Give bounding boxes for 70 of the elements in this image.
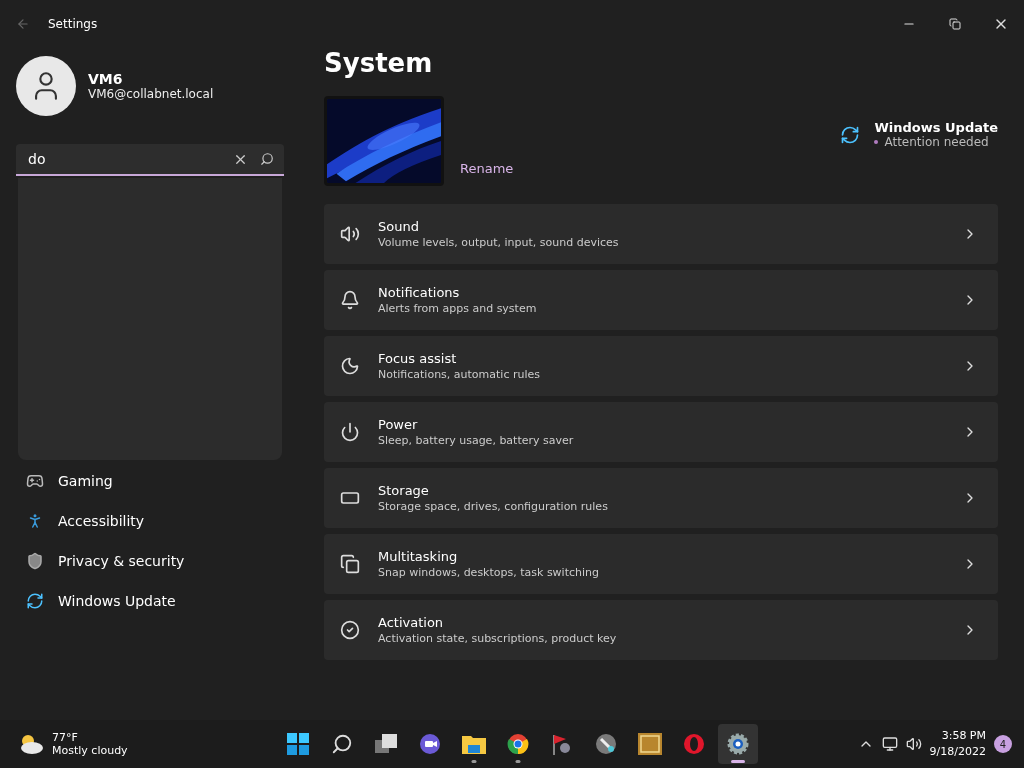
card-title: Notifications	[378, 285, 461, 300]
shield-icon	[26, 552, 44, 570]
sidebar-item[interactable]: Gaming	[16, 462, 284, 500]
user-name: VM6	[88, 71, 124, 87]
settings-card[interactable]: Storage Storage space, drives, configuration rules	[324, 468, 998, 528]
search-icon	[260, 152, 274, 166]
card-subtitle: Notifications, automatic rules	[378, 368, 541, 381]
taskbar-app[interactable]	[718, 724, 758, 764]
network-icon[interactable]	[881, 736, 898, 752]
settings-card[interactable]: Sound Volume levels, output, input, sound devices	[324, 204, 998, 264]
flag-icon	[551, 733, 573, 755]
clock-date: 9/18/2022	[929, 744, 986, 760]
settings-card[interactable]: Notifications Alerts from apps and system	[324, 270, 998, 330]
update-icon	[840, 124, 861, 145]
start-icon	[287, 733, 309, 755]
card-title: Focus assist	[378, 351, 458, 366]
dosbox-icon	[638, 733, 662, 755]
search-icon	[331, 733, 353, 755]
speaker-icon	[340, 224, 360, 244]
check-icon	[340, 620, 360, 640]
moon-icon	[340, 356, 360, 376]
task-view-icon	[375, 734, 397, 754]
sidebar-item[interactable]: Accessibility	[16, 502, 284, 540]
settings-card[interactable]: Power Sleep, battery usage, battery saver	[324, 402, 998, 462]
opera-icon	[683, 733, 705, 755]
settings-card[interactable]: Multitasking Snap windows, desktops, task switching	[324, 534, 998, 594]
search-button[interactable]	[260, 152, 274, 166]
wrench-icon	[595, 733, 617, 755]
card-title: Activation	[378, 615, 445, 630]
restore-icon	[949, 18, 961, 30]
browser-icon	[507, 733, 529, 755]
search-field[interactable]: do	[16, 144, 284, 176]
card-title: Power	[378, 417, 419, 432]
update-title: Windows Update	[874, 120, 998, 135]
update-status: Attention needed	[884, 135, 989, 149]
rename-link[interactable]: Rename	[460, 161, 514, 176]
status-dot	[874, 140, 879, 144]
folder-icon	[462, 734, 486, 754]
back-button[interactable]	[16, 17, 30, 31]
gear-icon	[727, 733, 749, 755]
card-subtitle: Activation state, subscriptions, product key	[378, 632, 618, 645]
volume-icon[interactable]	[905, 736, 922, 752]
clock-time: 3:58 PM	[940, 728, 986, 744]
sidebar-item[interactable]: Windows Update	[16, 582, 284, 620]
back-icon	[16, 17, 30, 31]
settings-card[interactable]: Focus assist Notifications, automatic rules	[324, 336, 998, 396]
card-subtitle: Alerts from apps and system	[378, 302, 538, 315]
search-input[interactable]: do	[26, 150, 221, 168]
card-subtitle: Snap windows, desktops, task switching	[378, 566, 600, 579]
card-subtitle: Sleep, battery usage, battery saver	[378, 434, 575, 447]
windows-icon	[340, 554, 360, 574]
power-icon	[340, 422, 360, 442]
user-email: VM6@collabnet.local	[88, 87, 214, 101]
weather-icon	[18, 733, 44, 755]
window-title: Settings	[48, 17, 98, 31]
temperature: 77°F	[52, 731, 79, 744]
bell-icon	[340, 290, 360, 310]
settings-card[interactable]: Activation Activation state, subscriptions, product key	[324, 600, 998, 660]
card-subtitle: Storage space, drives, configuration rules	[378, 500, 609, 513]
chat-icon	[419, 733, 441, 755]
page-title: System	[324, 48, 434, 78]
gamepad-icon	[26, 472, 44, 490]
card-title: Multitasking	[378, 549, 459, 564]
notification-badge[interactable]: 4	[994, 735, 1012, 753]
card-title: Storage	[378, 483, 430, 498]
weather-condition: Mostly cloudy	[52, 744, 128, 757]
card-title: Sound	[378, 219, 420, 234]
sidebar-item[interactable]: Privacy & security	[16, 542, 284, 580]
update-icon	[26, 592, 44, 610]
card-subtitle: Volume levels, output, input, sound devices	[378, 236, 620, 249]
